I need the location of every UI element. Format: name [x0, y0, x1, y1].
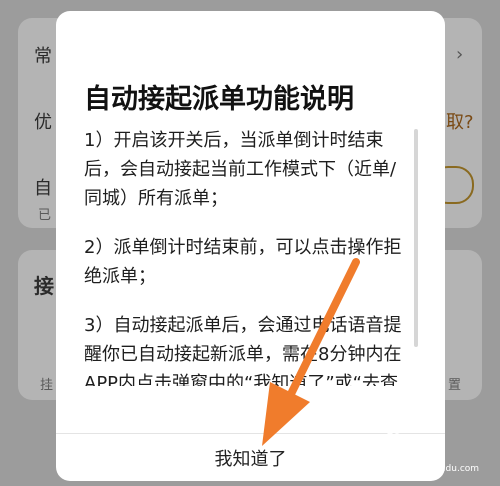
dialog-paragraph: 3）自动接起派单后，会通过电话语音提醒你已自动接起新派单，需在8分钟内在APP内… [84, 315, 402, 386]
bg-section-title: 接 [34, 274, 54, 298]
bg-row-label-3: 自 [34, 178, 52, 199]
auto-accept-info-dialog: 自动接起派单功能说明 1）开启该开关后，当派单倒计时结束后，会自动接起当前工作模… [56, 11, 445, 481]
bg-bottom-right: 置 [448, 378, 462, 393]
bg-row-action: 取? [446, 112, 474, 133]
chevron-right-icon: › [456, 44, 464, 65]
baidu-paw-logo [381, 432, 405, 454]
bg-bottom-left: 挂 [40, 378, 54, 393]
dialog-paragraph: 2）派单倒计时结束前，可以点击操作拒绝派单； [84, 237, 402, 287]
dialog-paragraph: 1）开启该开关后，当派单倒计时结束后，会自动接起当前工作模式下（近单/同城）所有… [84, 130, 397, 209]
dialog-title: 自动接起派单功能说明 [84, 84, 354, 115]
watermark-text: 经验 [404, 442, 444, 466]
bg-row-sub-3: 已 [38, 208, 52, 223]
dialog-scrollbar[interactable] [414, 129, 418, 347]
watermark-subtext: jingyan.baidu.com [396, 464, 480, 474]
dialog-body[interactable]: 1）开启该开关后，当派单倒计时结束后，会自动接起当前工作模式下（近单/同城）所有… [84, 126, 414, 386]
bg-row-label-1: 常 [34, 46, 52, 67]
bg-row-label-2: 优 [34, 112, 52, 133]
